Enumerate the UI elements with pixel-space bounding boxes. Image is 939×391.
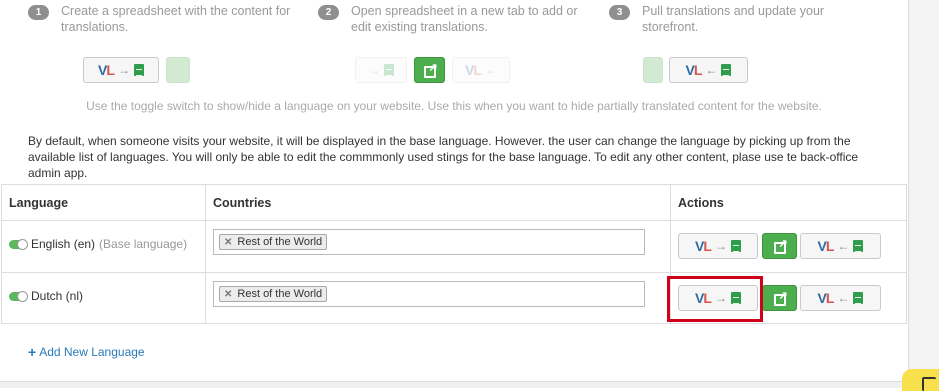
info-note: By default, when someone visits your web…: [28, 134, 859, 180]
countries-input[interactable]: ✕ Rest of the World: [213, 229, 645, 255]
arrow-left-icon: ←: [484, 63, 497, 77]
row-divider: [1, 220, 907, 221]
base-language-label: (Base language): [99, 237, 188, 251]
step2-faded-pull-button: VL ←: [452, 57, 510, 83]
spreadsheet-icon: [384, 64, 394, 76]
header-countries: Countries: [213, 196, 272, 210]
step1-push-button: VL →: [83, 57, 159, 83]
spreadsheet-icon: [133, 64, 144, 76]
open-sheet-button[interactable]: ↗: [762, 285, 797, 311]
arrow-left-icon: ←: [837, 291, 850, 305]
step-text: Open spreadsheet in a new tab to add or …: [351, 4, 578, 34]
step-text: Pull translations and update your storef…: [642, 4, 825, 34]
spreadsheet-icon: [853, 240, 864, 252]
row-divider: [1, 272, 907, 273]
step-text: Create a spreadsheet with the content fo…: [61, 4, 291, 34]
external-link-icon: ↗: [423, 62, 438, 78]
brand-logo: VL: [685, 62, 703, 78]
countries-input[interactable]: ✕ Rest of the World: [213, 281, 645, 307]
brand-logo: VL: [817, 290, 835, 306]
country-tag: ✕ Rest of the World: [219, 286, 328, 302]
arrow-left-icon: ←: [837, 239, 850, 253]
toggle-icon[interactable]: [9, 290, 28, 302]
pull-from-sheet-button[interactable]: VL ←: [800, 285, 881, 311]
country-tag: ✕ Rest of the World: [219, 234, 328, 250]
spreadsheet-icon: [853, 292, 864, 304]
arrow-right-icon: →: [117, 63, 130, 77]
country-tag-label: Rest of the World: [237, 288, 323, 300]
step3-pull-button: VL ←: [669, 57, 748, 83]
external-link-icon: ↗: [773, 290, 788, 306]
language-name: Dutch (nl): [31, 289, 84, 303]
step3-faded-open-button: [643, 57, 663, 83]
arrow-left-icon: ←: [705, 63, 718, 77]
step2-open-button: ↗: [414, 57, 445, 83]
external-link-icon: ↗: [773, 238, 788, 254]
remove-icon[interactable]: ✕: [224, 289, 232, 300]
toggle-hint: Use the toggle switch to show/hide a lan…: [86, 99, 822, 113]
language-name: English (en): [31, 237, 96, 251]
step-number: 3: [609, 5, 630, 20]
pull-from-sheet-button[interactable]: VL ←: [800, 233, 881, 259]
arrow-right-icon: →: [368, 63, 380, 77]
spreadsheet-icon: [721, 64, 732, 76]
step1-faded-open-button: [166, 57, 190, 83]
arrow-right-icon: →: [714, 239, 727, 253]
open-sheet-button[interactable]: ↗: [762, 233, 797, 259]
add-language-link[interactable]: + Add New Language: [28, 344, 145, 360]
brand-logo: VL: [98, 62, 115, 78]
step-number: 2: [318, 5, 339, 20]
header-actions: Actions: [678, 196, 724, 210]
step-number: 1: [28, 5, 49, 20]
push-to-sheet-button[interactable]: VL →: [678, 233, 758, 259]
table-row-language: English (en) (Base language): [9, 237, 187, 251]
column-divider: [205, 184, 206, 324]
remove-icon[interactable]: ✕: [224, 237, 232, 248]
highlight-box: [667, 276, 763, 322]
country-tag-label: Rest of the World: [237, 236, 323, 248]
step2-faded-push-button: →: [355, 57, 407, 83]
plus-icon: +: [28, 344, 37, 360]
spreadsheet-icon: [730, 240, 741, 252]
table-row-language: Dutch (nl): [9, 289, 83, 303]
add-language-label: Add New Language: [39, 345, 145, 359]
header-language: Language: [9, 196, 69, 210]
brand-logo: VL: [817, 238, 835, 254]
chat-widget-icon[interactable]: [902, 369, 939, 391]
toggle-icon[interactable]: [9, 238, 28, 250]
brand-logo: VL: [465, 62, 482, 78]
page-gutter: [908, 0, 939, 387]
brand-logo: VL: [695, 238, 712, 254]
